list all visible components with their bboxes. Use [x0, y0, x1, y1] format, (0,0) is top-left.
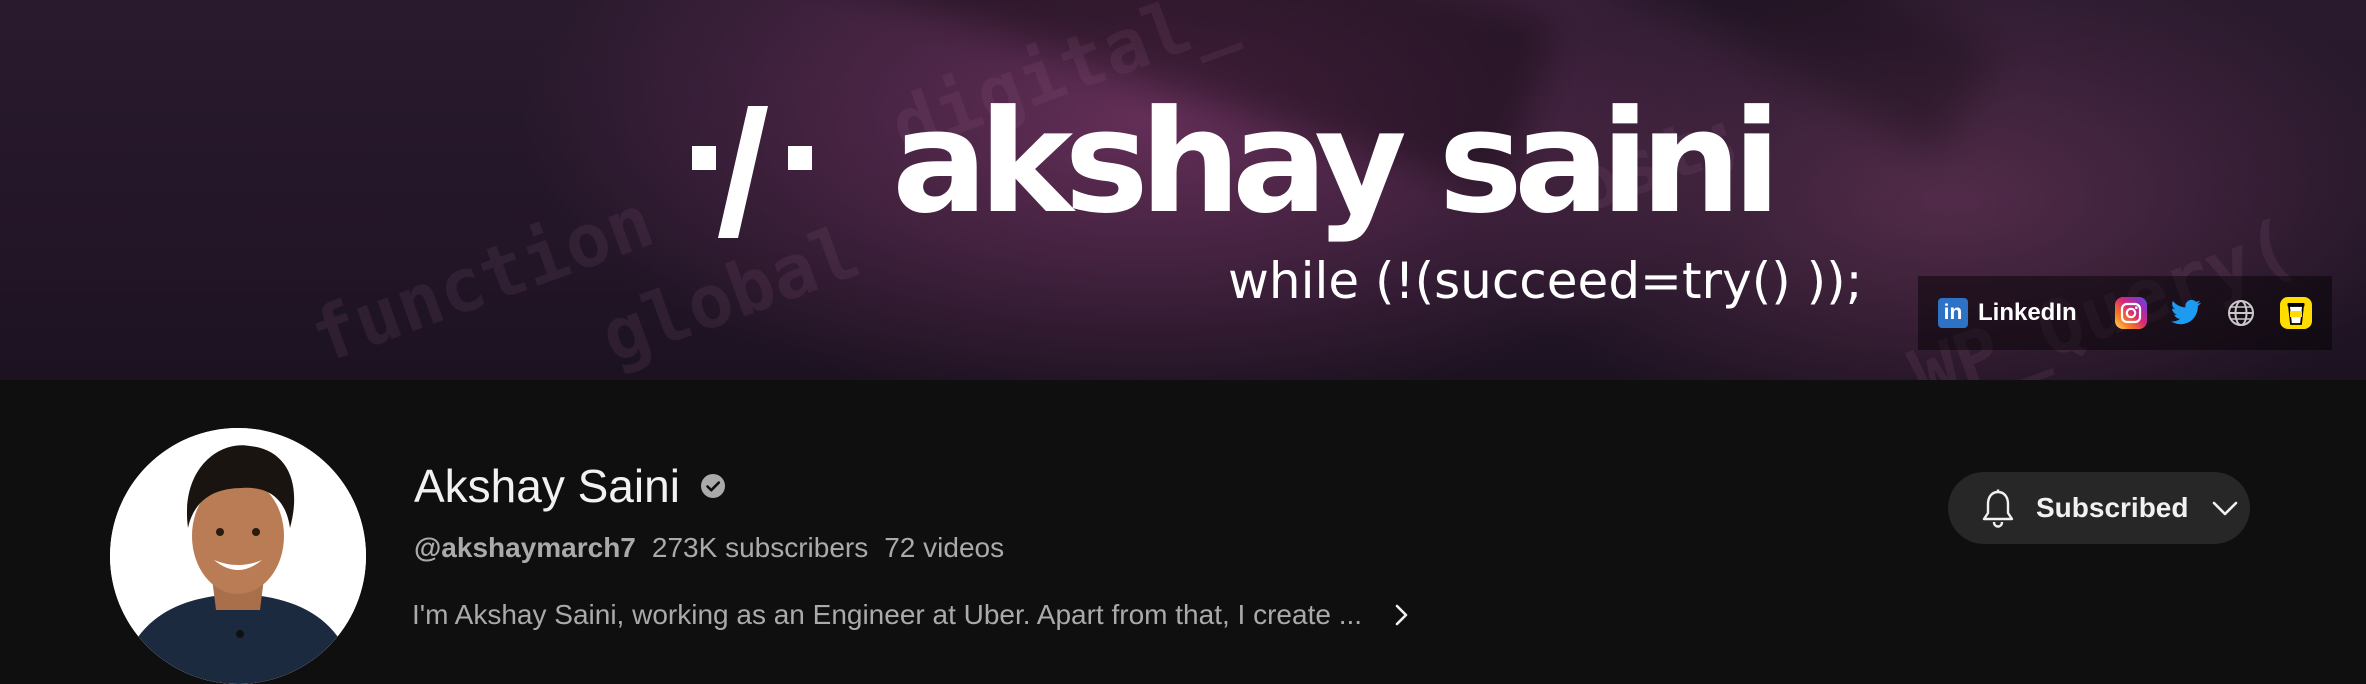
- subscribed-button[interactable]: Subscribed: [1948, 472, 2250, 544]
- verified-badge-icon: [700, 474, 725, 498]
- channel-handle: @akshaymarch7: [414, 532, 636, 563]
- twitter-icon[interactable]: [2170, 297, 2202, 329]
- channel-banner: function global digital_ ost; WP_Query( …: [0, 0, 2366, 380]
- linkedin-label: LinkedIn: [1978, 299, 2077, 326]
- channel-description[interactable]: I'm Akshay Saini, working as an Engineer…: [412, 600, 1416, 630]
- avatar-image: [110, 428, 366, 684]
- banner-title: akshay saini: [892, 80, 1781, 245]
- linkedin-link[interactable]: in LinkedIn: [1918, 298, 2077, 328]
- subscribed-label: Subscribed: [2036, 492, 2189, 523]
- subscriber-count: 273K subscribers: [651, 532, 869, 563]
- linkedin-icon: in: [1938, 298, 1968, 328]
- instagram-icon[interactable]: [2114, 297, 2147, 329]
- channel-meta: @akshaymarch7 273K subscribers 72 videos: [414, 534, 1004, 562]
- buymeacoffee-icon[interactable]: [2279, 297, 2312, 329]
- channel-name-row: Akshay Saini: [414, 463, 726, 509]
- bell-icon: [1982, 489, 2014, 528]
- chevron-right-icon: [1395, 604, 1408, 626]
- banner-tagline: while (!(succeed=try() ));: [1228, 252, 1863, 310]
- chevron-down-icon: [2213, 501, 2238, 516]
- channel-avatar[interactable]: [110, 428, 366, 684]
- channel-description-text: I'm Akshay Saini, working as an Engineer…: [412, 599, 1363, 630]
- channel-name: Akshay Saini: [414, 460, 680, 512]
- banner-logo-mark: [692, 106, 812, 238]
- video-count: 72 videos: [884, 532, 1005, 563]
- globe-icon[interactable]: [2225, 297, 2257, 329]
- banner-links-bar: in LinkedIn: [1918, 276, 2332, 350]
